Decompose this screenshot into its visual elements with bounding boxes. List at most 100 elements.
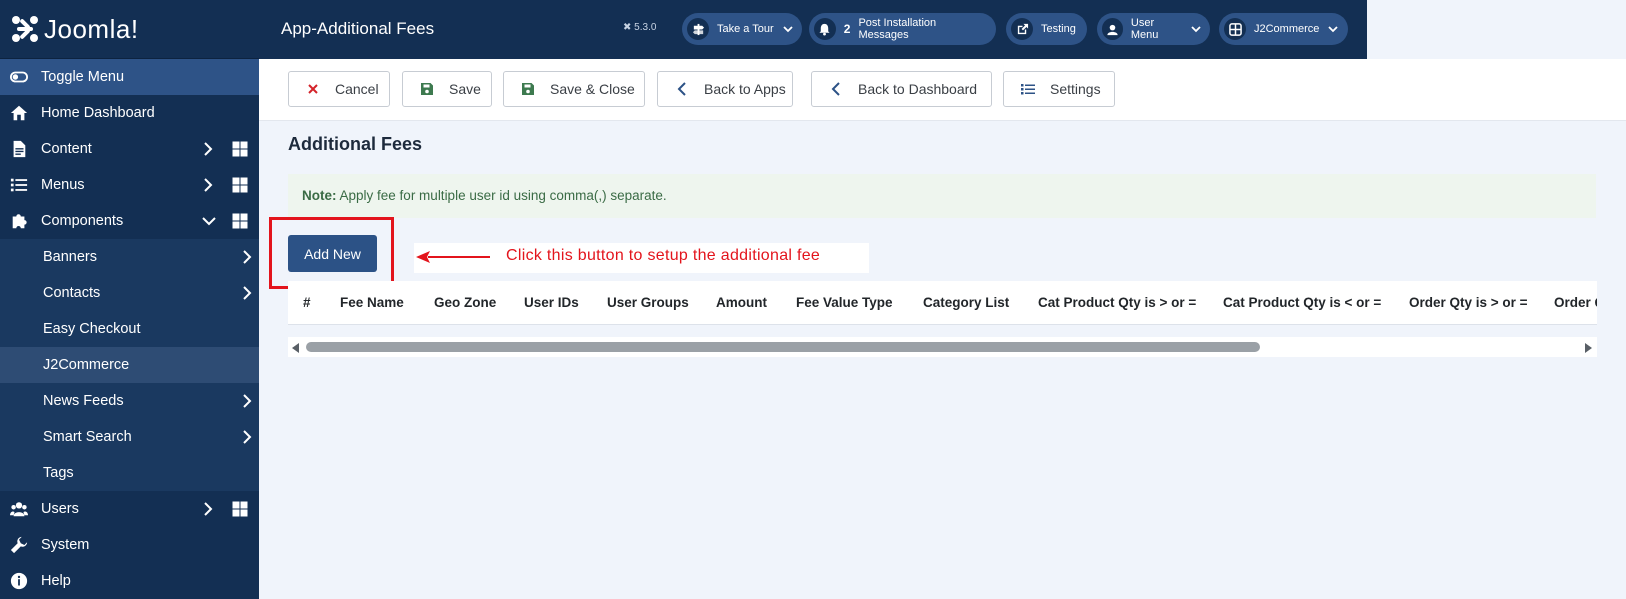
annotation-arrow-icon xyxy=(416,251,490,263)
toggle-icon xyxy=(9,67,29,87)
sidebar-item-label: System xyxy=(41,537,90,553)
chevron-right-icon[interactable] xyxy=(240,285,254,301)
settings-label: Settings xyxy=(1050,81,1101,97)
column-header[interactable]: User IDs xyxy=(524,295,579,310)
dashboard-grid-icon[interactable] xyxy=(232,177,248,193)
fees-table-header: # Fee Name Geo Zone User IDs User Groups… xyxy=(288,281,1597,325)
sidebar-item-news-feeds[interactable]: News Feeds xyxy=(0,383,259,419)
column-header[interactable]: Amount xyxy=(716,295,767,310)
column-header[interactable]: Fee Name xyxy=(340,295,404,310)
scroll-right-arrow-icon[interactable] xyxy=(1585,343,1592,353)
pill-label: Take a Tour xyxy=(717,23,774,35)
notification-count: 2 xyxy=(843,22,851,36)
chevron-right-icon[interactable] xyxy=(201,141,215,157)
home-icon xyxy=(9,103,29,123)
back-to-dashboard-button[interactable]: Back to Dashboard xyxy=(811,71,992,107)
sidebar-item-label: Home Dashboard xyxy=(41,105,155,121)
users-icon xyxy=(9,499,29,519)
column-header[interactable]: Order Qty is < or = xyxy=(1554,295,1597,310)
top-header: App-Additional Fees ✖ 5.3.0 Take a Tour … xyxy=(259,0,1367,59)
scrollbar-thumb[interactable] xyxy=(306,342,1260,352)
sidebar-item-label: Help xyxy=(41,573,71,589)
sidebar-item-label: Content xyxy=(41,141,92,157)
user-icon xyxy=(1102,18,1123,40)
sidebar-item-easy-checkout[interactable]: Easy Checkout xyxy=(0,311,259,347)
column-header[interactable]: Fee Value Type xyxy=(796,295,893,310)
sidebar-item-label: News Feeds xyxy=(43,393,124,409)
sidebar-item-toggle-menu[interactable]: Toggle Menu xyxy=(0,59,259,95)
sidebar-item-j2commerce[interactable]: J2Commerce xyxy=(0,347,259,383)
page-title: App-Additional Fees xyxy=(281,19,435,38)
sidebar-item-label: Toggle Menu xyxy=(41,69,125,85)
sidebar-item-menus[interactable]: Menus xyxy=(0,167,259,203)
sidebar-item-users[interactable]: Users xyxy=(0,491,259,527)
chevron-down-icon[interactable] xyxy=(201,213,216,229)
sidebar-item-label: Contacts xyxy=(43,285,101,301)
sidebar-item-smart-search[interactable]: Smart Search xyxy=(0,419,259,455)
save-and-close-button[interactable]: Save & Close xyxy=(503,71,645,107)
post-installation-messages-button[interactable]: 2 Post Installation Messages xyxy=(809,13,996,45)
back-to-apps-button[interactable]: Back to Apps xyxy=(657,71,793,107)
version-number: 5.3.0 xyxy=(634,22,657,33)
sidebar-item-components[interactable]: Components xyxy=(0,203,259,239)
joomla-logo[interactable]: Joomla! xyxy=(0,0,259,59)
take-a-tour-button[interactable]: Take a Tour xyxy=(682,13,802,45)
testing-site-button[interactable]: Testing xyxy=(1006,13,1087,45)
sidebar-item-system[interactable]: System xyxy=(0,527,259,563)
sidebar: Joomla! Toggle Menu Home Dashboard Conte… xyxy=(0,0,259,599)
cancel-button[interactable]: Cancel xyxy=(288,71,390,107)
sidebar-item-label: Easy Checkout xyxy=(43,321,141,337)
sidebar-item-label: Tags xyxy=(43,465,74,481)
column-header[interactable]: Cat Product Qty is < or = xyxy=(1223,295,1381,310)
joomla-logo-icon xyxy=(12,16,38,42)
pill-label: J2Commerce xyxy=(1254,23,1320,35)
sidebar-item-help[interactable]: Help xyxy=(0,563,259,599)
user-menu-button[interactable]: User Menu xyxy=(1097,13,1210,45)
j2commerce-menu-button[interactable]: J2Commerce xyxy=(1219,13,1348,45)
scroll-left-arrow-icon[interactable] xyxy=(292,343,299,353)
save-label: Save xyxy=(449,81,481,97)
dashboard-grid-icon[interactable] xyxy=(232,213,248,229)
list-icon xyxy=(9,175,29,195)
column-header[interactable]: User Groups xyxy=(607,295,689,310)
sidebar-item-contacts[interactable]: Contacts xyxy=(0,275,259,311)
column-header[interactable]: # xyxy=(303,295,311,310)
dashboard-grid-icon[interactable] xyxy=(232,141,248,157)
back-apps-label: Back to Apps xyxy=(704,81,786,97)
chevron-right-icon[interactable] xyxy=(240,429,254,445)
chevron-right-icon[interactable] xyxy=(201,501,215,517)
pill-label: Testing xyxy=(1041,23,1076,35)
dashboard-grid-icon[interactable] xyxy=(232,501,248,517)
joomla-small-icon: ✖ xyxy=(623,22,632,33)
sidebar-item-label: Menus xyxy=(41,177,85,193)
puzzle-icon xyxy=(9,211,29,231)
save-button[interactable]: Save xyxy=(402,71,492,107)
file-icon xyxy=(9,139,29,159)
back-dashboard-label: Back to Dashboard xyxy=(858,81,978,97)
note-text: Apply fee for multiple user id using com… xyxy=(339,188,667,203)
close-icon xyxy=(305,81,321,97)
sidebar-item-home-dashboard[interactable]: Home Dashboard xyxy=(0,95,259,131)
column-header[interactable]: Order Qty is > or = xyxy=(1409,295,1528,310)
sidebar-item-label: Components xyxy=(41,213,124,229)
sidebar-item-label: Banners xyxy=(43,249,98,265)
add-new-button[interactable]: Add New xyxy=(288,235,377,272)
column-header[interactable]: Category List xyxy=(923,295,1009,310)
apps-icon xyxy=(1224,18,1246,40)
sidebar-item-tags[interactable]: Tags xyxy=(0,455,259,491)
info-icon xyxy=(9,571,29,591)
sidebar-item-banners[interactable]: Banners xyxy=(0,239,259,275)
chevron-right-icon[interactable] xyxy=(240,393,254,409)
chevron-left-icon xyxy=(828,81,844,97)
cancel-label: Cancel xyxy=(335,81,379,97)
chevron-right-icon[interactable] xyxy=(240,249,254,265)
column-header[interactable]: Geo Zone xyxy=(434,295,496,310)
external-link-icon xyxy=(1011,18,1033,40)
logo-text: Joomla! xyxy=(44,13,139,44)
save-icon xyxy=(520,81,536,97)
sidebar-item-content[interactable]: Content xyxy=(0,131,259,167)
settings-button[interactable]: Settings xyxy=(1003,71,1115,107)
chevron-right-icon[interactable] xyxy=(201,177,215,193)
chevron-down-icon xyxy=(1327,23,1339,35)
column-header[interactable]: Cat Product Qty is > or = xyxy=(1038,295,1196,310)
